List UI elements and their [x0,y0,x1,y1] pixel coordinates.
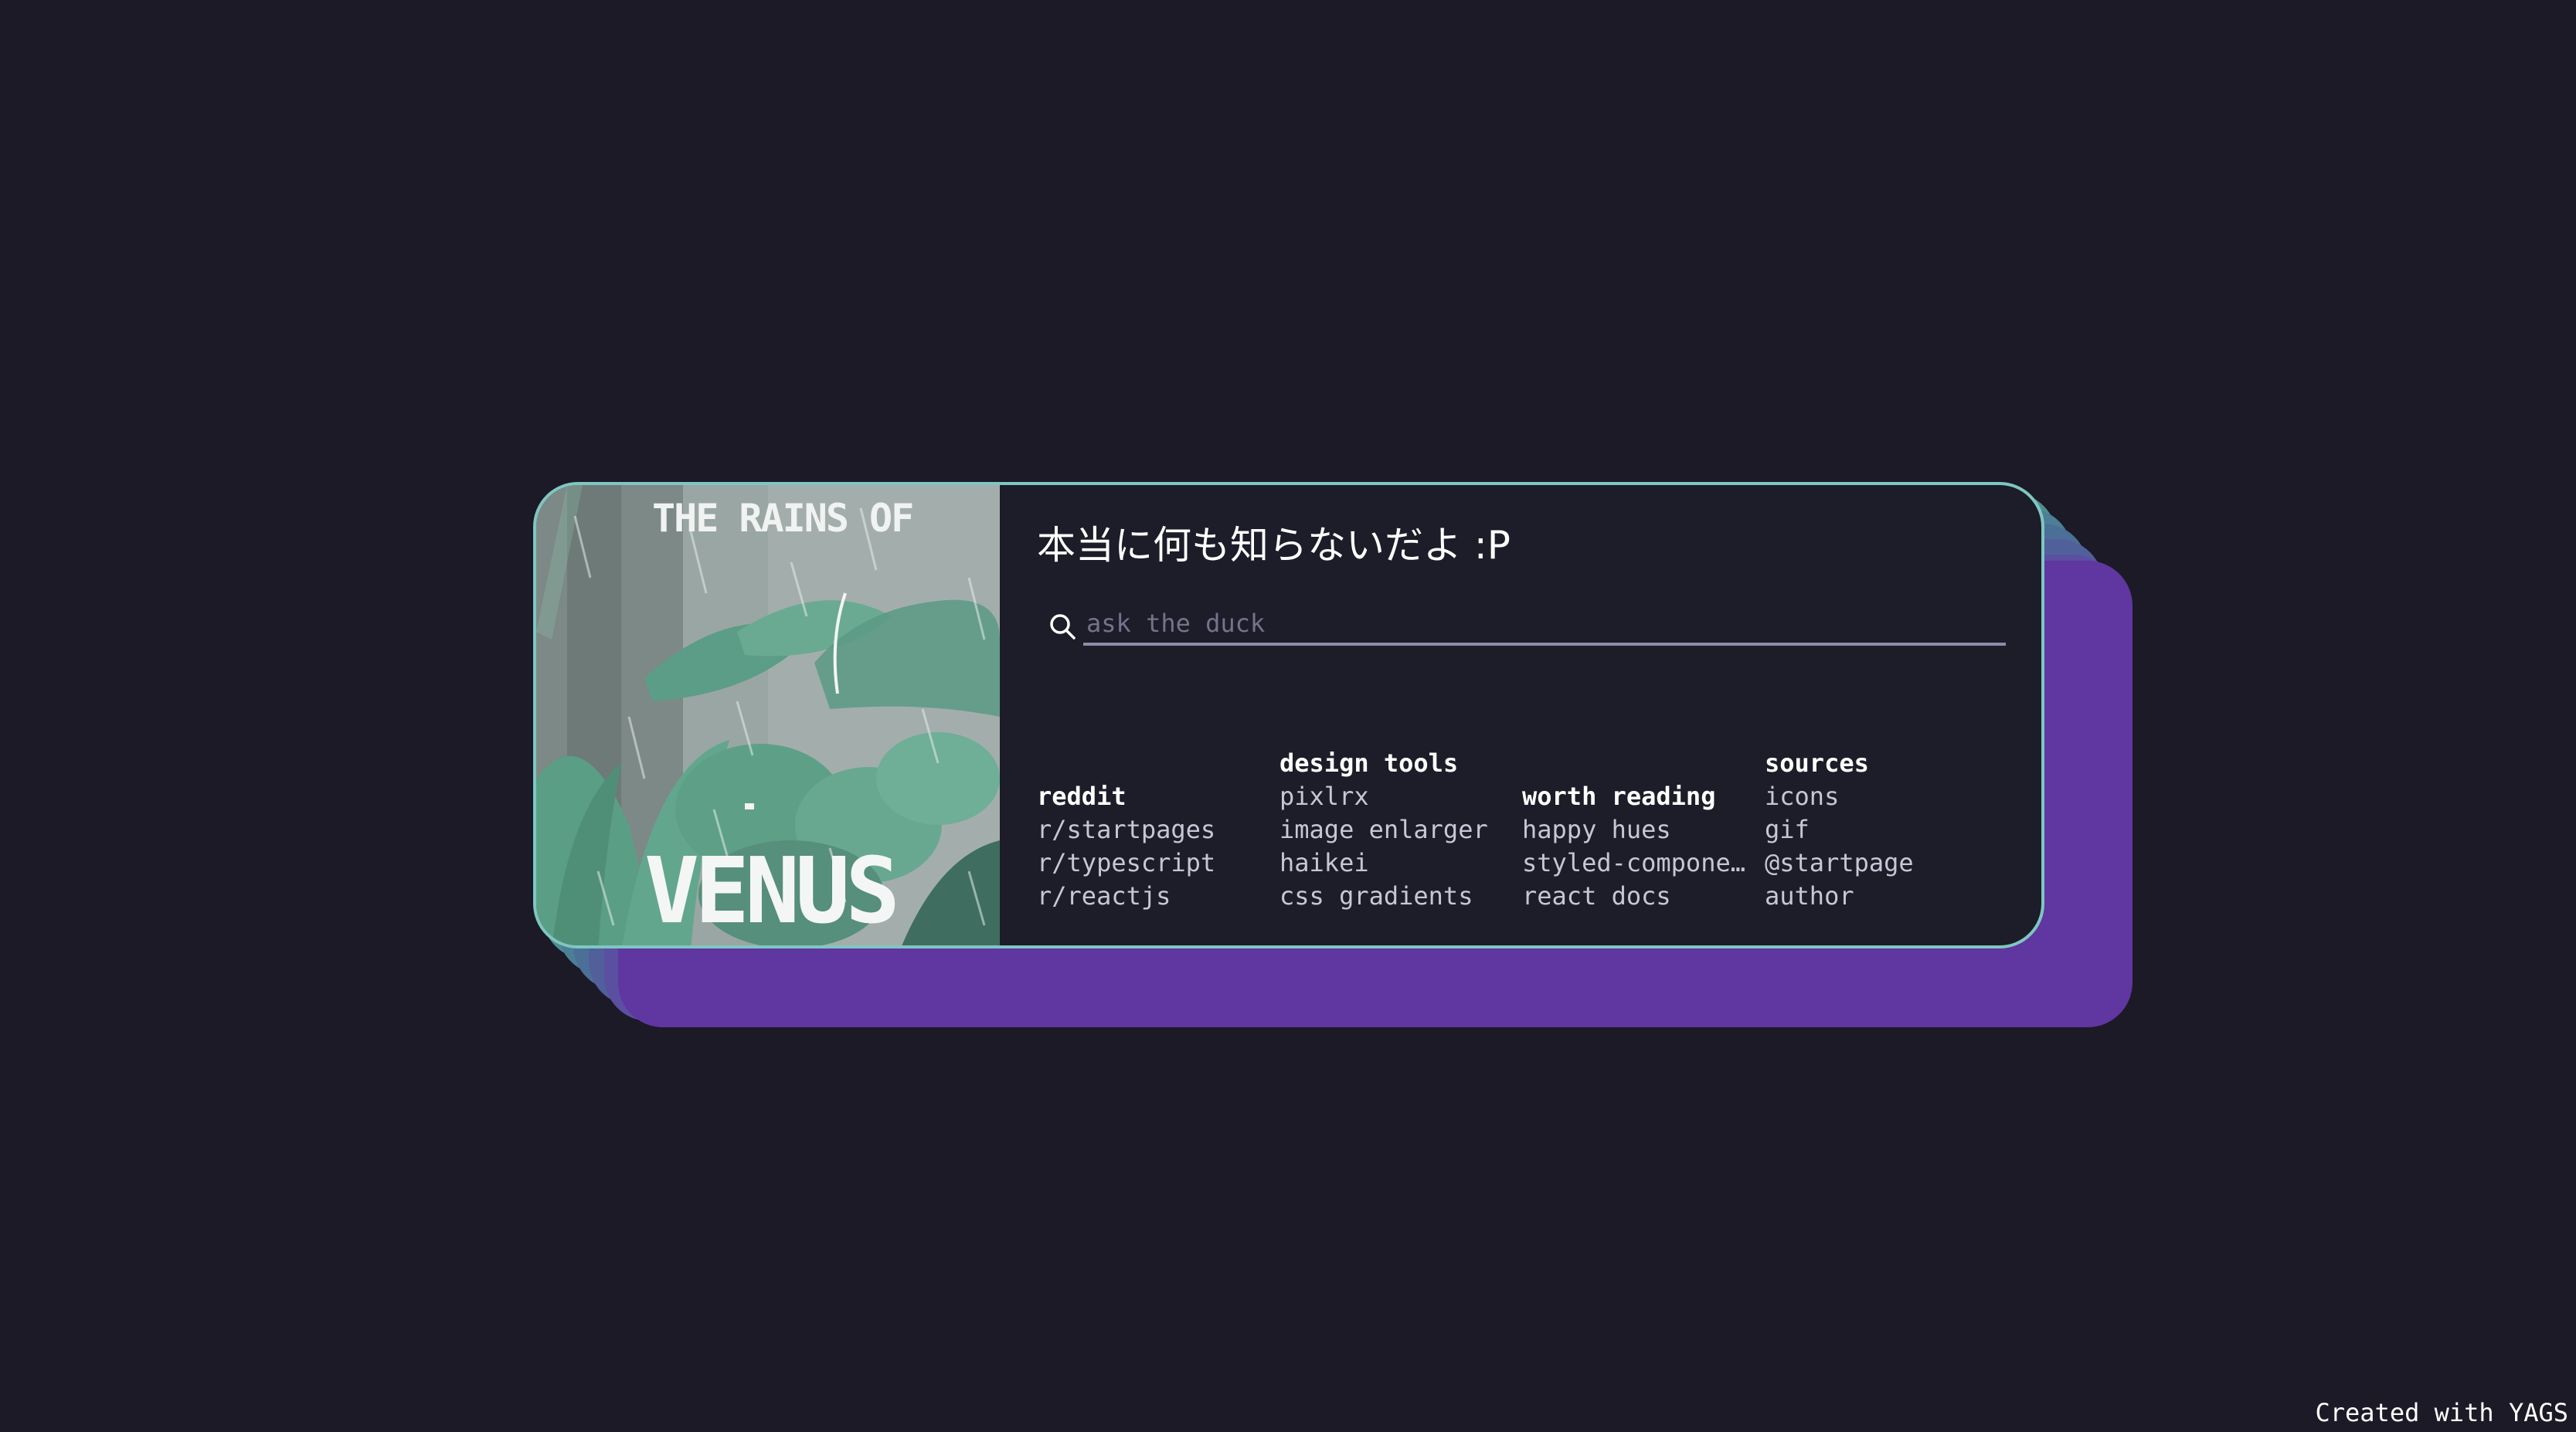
art-title-small: THE RAINS OF [652,496,914,541]
link-css-gradients[interactable]: css gradients [1280,880,1504,913]
link-image-enlarger[interactable]: image enlarger [1280,813,1504,847]
link-icons[interactable]: icons [1765,780,1989,813]
footer-credit: Created with YAGS [2315,1398,2568,1427]
search-input[interactable] [1083,604,2006,646]
link-r-startpages[interactable]: r/startpages [1037,813,1261,847]
startpage: THE RAINS OF VENUS 本当に何も知らないだよ :P reddit… [0,0,2576,1432]
link-column-reddit: reddit r/startpages r/typescript r/react… [1037,780,1269,913]
card-content: 本当に何も知らないだよ :P reddit r/startpages r/typ… [1000,485,2041,945]
link-column-title: reddit [1037,782,1127,811]
search-icon [1050,614,1076,640]
link-r-reactjs[interactable]: r/reactjs [1037,880,1261,913]
link-styled-components[interactable]: styled-compone… [1522,847,1746,880]
link-react-docs[interactable]: react docs [1522,880,1746,913]
link-column-title: worth reading [1522,782,1716,811]
link-column-worth-reading: worth reading happy hues styled-compone…… [1522,780,1754,913]
art-title-big: VENUS [644,837,900,944]
link-happy-hues[interactable]: happy hues [1522,813,1746,847]
link-haikei[interactable]: haikei [1280,847,1504,880]
link-column-title: sources [1765,748,1869,778]
link-pixlrx[interactable]: pixlrx [1280,780,1504,813]
link-column-sources: sources icons gif @startpage author [1765,747,1997,913]
pixel-art-image: THE RAINS OF VENUS [536,485,1000,945]
startpage-card: THE RAINS OF VENUS 本当に何も知らないだよ :P reddit… [533,482,2044,948]
link-column-title: design tools [1280,748,1459,778]
link-r-typescript[interactable]: r/typescript [1037,847,1261,880]
link-gif[interactable]: gif [1765,813,1989,847]
link-startpage[interactable]: @startpage [1765,847,1989,880]
search-bar [1048,604,2014,647]
greeting-heading: 本当に何も知らないだよ :P [1037,523,1511,568]
link-column-design-tools: design tools pixlrx image enlarger haike… [1280,747,1511,913]
link-author[interactable]: author [1765,880,1989,913]
